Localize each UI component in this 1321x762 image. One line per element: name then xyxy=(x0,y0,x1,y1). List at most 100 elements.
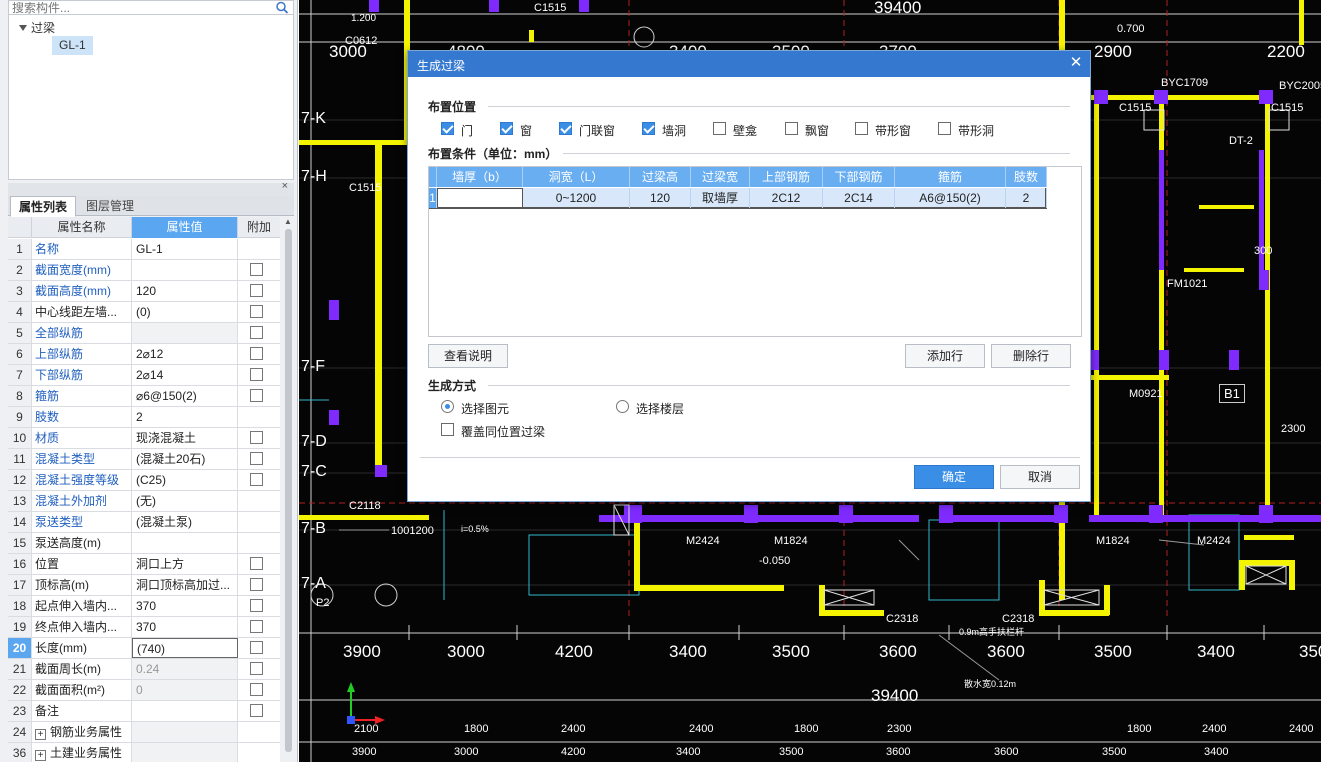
extra-checkbox[interactable] xyxy=(250,599,263,612)
property-value[interactable] xyxy=(132,260,238,280)
property-value[interactable]: 洞口顶标高加过... xyxy=(132,575,238,595)
property-value[interactable]: 0.24 xyxy=(132,659,238,679)
grid-cell[interactable]: 120 xyxy=(630,188,691,208)
extra-checkbox[interactable] xyxy=(250,704,263,717)
delete-row-button[interactable]: 删除行 xyxy=(991,344,1071,368)
grid-cell[interactable]: 2C14 xyxy=(823,188,895,208)
property-value[interactable]: 120 xyxy=(132,281,238,301)
property-value[interactable]: (混凝土泵) xyxy=(132,512,238,532)
grid-cell[interactable]: 2 xyxy=(1006,188,1047,208)
property-row[interactable]: 2 截面宽度(mm) xyxy=(8,260,280,281)
property-value[interactable]: (无) xyxy=(132,491,238,511)
grid-row[interactable]: 1 0~1200 120 取墙厚 2C12 2C14 A6@150(2) 2 xyxy=(429,188,1047,209)
checkbox-box[interactable] xyxy=(713,122,726,135)
checkbox-box[interactable] xyxy=(855,122,868,135)
extra-checkbox[interactable] xyxy=(250,557,263,570)
tree-node-lintel[interactable]: 过梁 xyxy=(19,19,55,36)
extra-checkbox[interactable] xyxy=(250,347,263,360)
property-value[interactable] xyxy=(132,533,238,553)
extra-checkbox[interactable] xyxy=(250,326,263,339)
radio-dot[interactable] xyxy=(616,400,629,413)
close-icon[interactable]: × xyxy=(282,180,288,192)
checkbox-box[interactable] xyxy=(642,122,655,135)
property-row[interactable]: 14 泵送类型 (混凝土泵) xyxy=(8,512,280,533)
extra-checkbox[interactable] xyxy=(250,620,263,633)
extra-checkbox[interactable] xyxy=(250,284,263,297)
property-value[interactable]: 2 xyxy=(132,407,238,427)
property-row[interactable]: 19 终点伸入墙内... 370 xyxy=(8,617,280,638)
view-help-button[interactable]: 查看说明 xyxy=(428,344,508,368)
property-value[interactable]: GL-1 xyxy=(132,239,238,259)
expand-triangle-icon[interactable] xyxy=(19,25,27,31)
property-value[interactable]: 0 xyxy=(132,680,238,700)
property-value[interactable]: (C25) xyxy=(132,470,238,490)
property-value[interactable]: (740) xyxy=(132,638,238,658)
property-row[interactable]: 23 备注 xyxy=(8,701,280,722)
property-row[interactable]: 17 顶标高(m) 洞口顶标高加过... xyxy=(8,575,280,596)
extra-checkbox[interactable] xyxy=(250,389,263,402)
expand-plus-icon[interactable]: + xyxy=(35,729,46,740)
checkbox-box[interactable] xyxy=(785,122,798,135)
property-row[interactable]: 12 混凝土强度等级 (C25) xyxy=(8,470,280,491)
property-row[interactable]: 7 下部纵筋 2⌀14 xyxy=(8,365,280,386)
checkbox-box[interactable] xyxy=(500,122,513,135)
extra-checkbox[interactable] xyxy=(250,641,263,654)
property-row[interactable]: 5 全部纵筋 xyxy=(8,323,280,344)
property-row[interactable]: 11 混凝土类型 (混凝土20石) xyxy=(8,449,280,470)
extra-checkbox[interactable] xyxy=(250,305,263,318)
property-row[interactable]: 21 截面周长(m) 0.24 xyxy=(8,659,280,680)
property-row[interactable]: 36 + 土建业务属性 xyxy=(8,743,280,762)
checkbox-box[interactable] xyxy=(441,122,454,135)
property-value[interactable] xyxy=(132,743,238,762)
property-value[interactable]: 370 xyxy=(132,617,238,637)
extra-checkbox[interactable] xyxy=(250,263,263,276)
expand-plus-icon[interactable]: + xyxy=(35,750,46,761)
property-value[interactable]: 370 xyxy=(132,596,238,616)
property-row[interactable]: 18 起点伸入墙内... 370 xyxy=(8,596,280,617)
search-icon[interactable] xyxy=(275,1,289,14)
grid-cell[interactable]: 取墙厚 xyxy=(691,188,750,208)
scroll-up-icon[interactable]: ▲ xyxy=(284,217,292,226)
checkbox-box[interactable] xyxy=(938,122,951,135)
property-row[interactable]: 15 泵送高度(m) xyxy=(8,533,280,554)
property-value[interactable] xyxy=(132,722,238,742)
grid-cell[interactable]: A6@150(2) xyxy=(895,188,1006,208)
property-row[interactable]: 20 长度(mm) (740) xyxy=(8,638,280,659)
extra-checkbox[interactable] xyxy=(250,452,263,465)
close-icon[interactable]: ✕ xyxy=(1068,54,1084,72)
extra-checkbox[interactable] xyxy=(250,368,263,381)
property-row[interactable]: 4 中心线距左墙... (0) xyxy=(8,302,280,323)
extra-checkbox[interactable] xyxy=(250,662,263,675)
radio-dot[interactable] xyxy=(441,400,454,413)
add-row-button[interactable]: 添加行 xyxy=(905,344,985,368)
grid-cell[interactable] xyxy=(437,188,523,208)
property-value[interactable]: (混凝土20石) xyxy=(132,449,238,469)
scroll-thumb[interactable] xyxy=(285,229,292,752)
property-row[interactable]: 9 肢数 2 xyxy=(8,407,280,428)
property-row[interactable]: 8 箍筋 ⌀6@150(2) xyxy=(8,386,280,407)
tab-layer-manager[interactable]: 图层管理 xyxy=(78,196,142,216)
search-input[interactable] xyxy=(9,1,271,15)
property-scrollbar[interactable]: ▲ xyxy=(283,217,293,762)
property-row[interactable]: 10 材质 现浇混凝土 xyxy=(8,428,280,449)
extra-checkbox[interactable] xyxy=(250,431,263,444)
tree-node-gl1[interactable]: GL-1 xyxy=(52,36,93,55)
dialog-title-bar[interactable]: 生成过梁 ✕ xyxy=(408,51,1090,77)
cancel-button[interactable]: 取消 xyxy=(1000,465,1080,489)
property-row[interactable]: 1 名称 GL-1 xyxy=(8,239,280,260)
property-row[interactable]: 3 截面高度(mm) 120 xyxy=(8,281,280,302)
property-row[interactable]: 22 截面面积(m²) 0 xyxy=(8,680,280,701)
search-box[interactable] xyxy=(8,0,294,15)
property-row[interactable]: 24 + 钢筋业务属性 xyxy=(8,722,280,743)
grid-cell[interactable]: 2C12 xyxy=(750,188,823,208)
property-value[interactable] xyxy=(132,323,238,343)
property-value[interactable]: 洞口上方 xyxy=(132,554,238,574)
extra-checkbox[interactable] xyxy=(250,473,263,486)
property-row[interactable]: 13 混凝土外加剂 (无) xyxy=(8,491,280,512)
extra-checkbox[interactable] xyxy=(250,578,263,591)
checkbox-box[interactable] xyxy=(441,423,454,436)
property-value[interactable]: 现浇混凝土 xyxy=(132,428,238,448)
ok-button[interactable]: 确定 xyxy=(914,465,994,489)
grid-cell[interactable]: 0~1200 xyxy=(523,188,630,208)
property-row[interactable]: 16 位置 洞口上方 xyxy=(8,554,280,575)
